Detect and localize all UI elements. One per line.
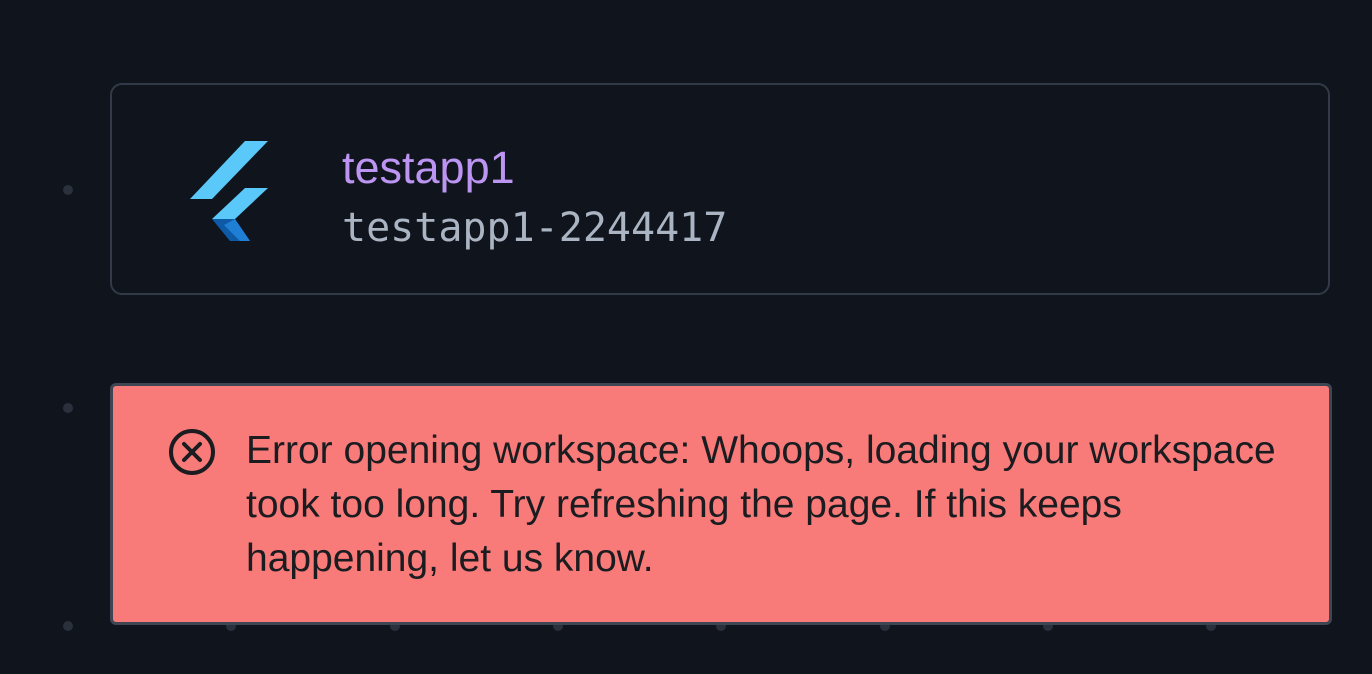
circle-x-icon: [169, 429, 215, 475]
grid-dot: [63, 185, 73, 195]
project-id: testapp1-2244417: [342, 205, 728, 251]
error-banner: Error opening workspace: Whoops, loading…: [110, 383, 1332, 625]
flutter-logo-icon: [190, 141, 268, 241]
project-card[interactable]: testapp1 testapp1-2244417: [110, 83, 1330, 295]
error-message: Error opening workspace: Whoops, loading…: [246, 429, 1276, 580]
grid-dot: [63, 403, 73, 413]
grid-dot: [63, 621, 73, 631]
project-name: testapp1: [342, 142, 515, 193]
